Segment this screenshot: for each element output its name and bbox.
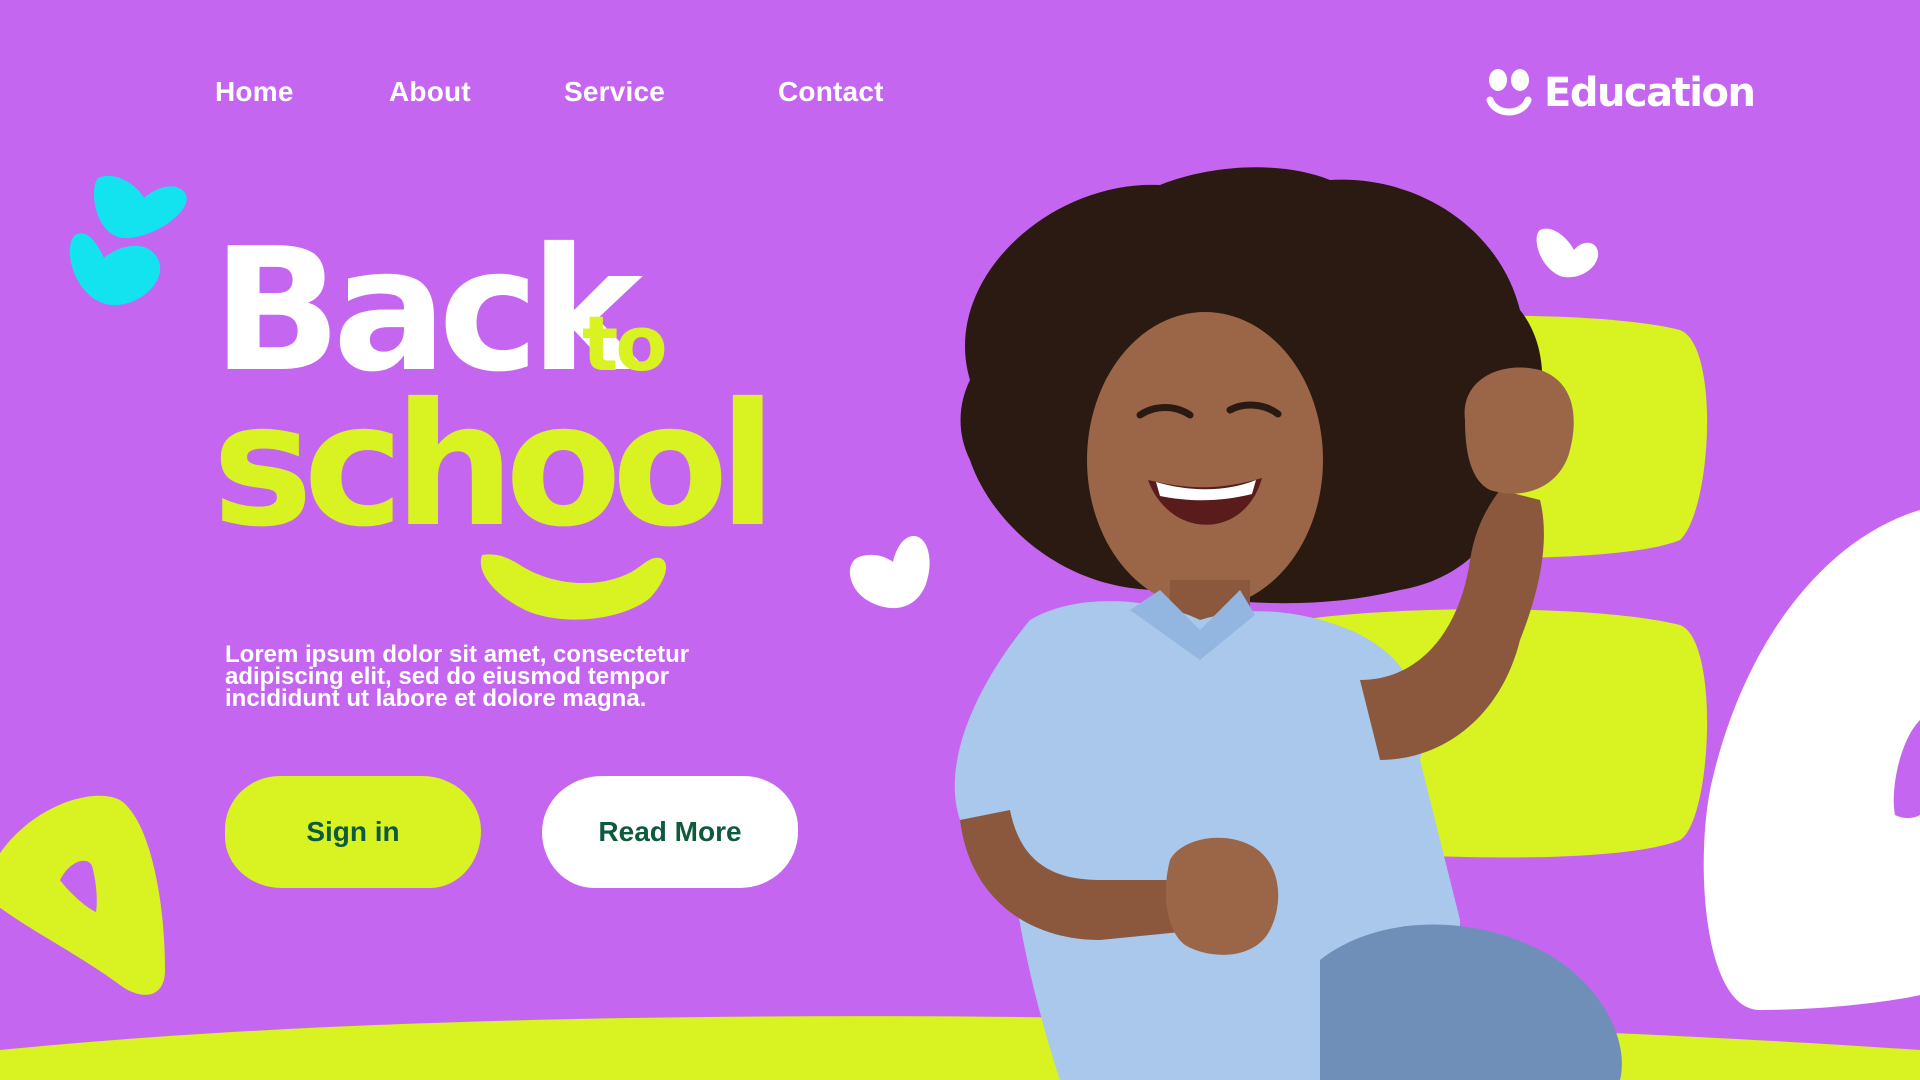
student-photo (954, 167, 1622, 1080)
cyan-heart-large (69, 233, 161, 306)
lower-fist-shape (1165, 837, 1279, 955)
sign-in-button[interactable]: Sign in (225, 776, 481, 888)
hero-description: Lorem ipsum dolor sit amet, consectetur … (225, 641, 690, 712)
face-shape (1087, 312, 1323, 608)
raised-fist-shape (1464, 367, 1574, 494)
nav-link-contact[interactable]: Contact (778, 76, 884, 108)
cyan-heart-small (93, 175, 187, 239)
nav-link-home[interactable]: Home (215, 76, 294, 108)
jeans-shape (1320, 924, 1622, 1080)
read-more-button[interactable]: Read More (542, 776, 798, 888)
headline-school: school (212, 367, 777, 565)
brand-logo[interactable]: Education (1486, 68, 1756, 118)
nav-link-about[interactable]: About (389, 76, 471, 108)
landing-page: Home About Service Contact Education Bac… (0, 0, 1920, 1080)
smiley-face-icon (1486, 69, 1532, 116)
nav-link-service[interactable]: Service (564, 76, 665, 108)
brand-name: Education (1544, 70, 1756, 116)
